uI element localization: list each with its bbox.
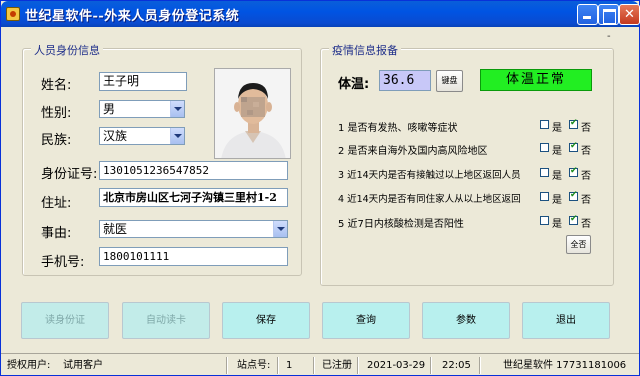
- question-1-text: 1 是否有发热、咳嗽等症状: [338, 123, 458, 134]
- temperature-status-badge: 体温正常: [480, 69, 592, 91]
- save-button[interactable]: 保存: [222, 302, 310, 339]
- temperature-field[interactable]: 36.6: [379, 70, 431, 91]
- minimize-button[interactable]: [577, 4, 598, 25]
- epidemic-info-legend: 疫情信息报备: [329, 42, 401, 58]
- gender-label: 性别:: [41, 106, 72, 121]
- question-1-no-label: 否: [581, 123, 591, 134]
- params-button[interactable]: 参数: [422, 302, 510, 339]
- id-photo: [214, 68, 291, 159]
- ethnicity-value: 汉族: [103, 129, 128, 143]
- question-2-no-checkbox[interactable]: [569, 141, 578, 152]
- question-5-yes-checkbox[interactable]: [540, 216, 549, 225]
- status-divider: [277, 357, 279, 374]
- question-3-yes-label: 是: [552, 171, 562, 182]
- question-4-text: 4 近14天内是否有同住家人从以上地区返回: [338, 194, 521, 205]
- id-number-label: 身份证号:: [41, 167, 98, 182]
- maximize-button[interactable]: [598, 4, 619, 25]
- question-4-yes-checkbox[interactable]: [540, 192, 549, 201]
- gender-value: 男: [103, 102, 116, 116]
- chevron-down-icon[interactable]: [170, 128, 184, 144]
- name-field[interactable]: 王子明: [99, 72, 187, 91]
- phone-field[interactable]: 1800101111: [99, 247, 288, 266]
- status-divider: [479, 357, 481, 374]
- query-button[interactable]: 查询: [322, 302, 410, 339]
- site-label: 站点号:: [237, 360, 271, 371]
- id-number-field[interactable]: 1301051236547852: [99, 161, 288, 180]
- person-info-legend: 人员身份信息: [31, 42, 103, 58]
- reason-value: 就医: [103, 222, 128, 236]
- all-no-button[interactable]: 全否: [566, 235, 591, 254]
- temperature-label: 体温:: [338, 77, 370, 92]
- question-1-no-checkbox[interactable]: [569, 118, 578, 129]
- ethnicity-select[interactable]: 汉族: [99, 127, 185, 145]
- address-field[interactable]: 北京市房山区七河子沟镇三里村1-2: [99, 188, 288, 207]
- question-1-yes-checkbox[interactable]: [540, 120, 549, 129]
- question-2-yes-checkbox[interactable]: [540, 143, 549, 152]
- auto-read-card-button[interactable]: 自动读卡: [122, 302, 210, 339]
- question-4-no-label: 否: [581, 195, 591, 206]
- address-label: 住址:: [41, 196, 72, 211]
- user-label: 授权用户:: [7, 360, 51, 371]
- question-3-yes-checkbox[interactable]: [540, 168, 549, 177]
- question-5-text: 5 近7日内核酸检测是否阳性: [338, 219, 464, 230]
- status-time: 22:05: [442, 360, 471, 371]
- user-value: 试用客户: [63, 360, 103, 371]
- question-4-yes-label: 是: [552, 195, 562, 206]
- reason-label: 事由:: [41, 226, 72, 241]
- name-label: 姓名:: [41, 78, 72, 93]
- reason-select[interactable]: 就医: [99, 220, 288, 238]
- corner-mark: -: [607, 31, 611, 42]
- site-value: 1: [286, 360, 293, 371]
- status-divider: [313, 357, 315, 374]
- chevron-down-icon[interactable]: [273, 221, 287, 237]
- status-divider: [357, 357, 359, 374]
- vendor-info: 世纪星软件 17731181006: [503, 360, 627, 371]
- question-3-no-label: 否: [581, 171, 591, 182]
- question-2-yes-label: 是: [552, 146, 562, 157]
- window-title: 世纪星软件--外来人员身份登记系统: [25, 9, 240, 24]
- question-2-text: 2 是否来自海外及国内高风险地区: [338, 146, 488, 157]
- question-3-no-checkbox[interactable]: [569, 166, 578, 177]
- registration-status: 已注册: [322, 360, 352, 371]
- app-window: 世纪星软件--外来人员身份登记系统 - 人员身份信息 姓名: 王子明 性别: 男…: [0, 0, 640, 376]
- read-id-card-button[interactable]: 读身份证: [21, 302, 109, 339]
- question-5-no-checkbox[interactable]: [569, 214, 578, 225]
- question-4-no-checkbox[interactable]: [569, 190, 578, 201]
- keyboard-button[interactable]: 键盘: [436, 70, 463, 92]
- question-5-no-label: 否: [581, 219, 591, 230]
- title-bar[interactable]: 世纪星软件--外来人员身份登记系统: [1, 1, 640, 27]
- app-logo-icon: [6, 7, 20, 21]
- chevron-down-icon[interactable]: [170, 101, 184, 117]
- close-button[interactable]: [619, 4, 640, 25]
- status-bar: 授权用户: 试用客户 站点号: 1 已注册 2021-03-29 22:05 世…: [1, 353, 639, 375]
- question-5-yes-label: 是: [552, 219, 562, 230]
- portrait-image: [215, 69, 290, 158]
- status-date: 2021-03-29: [367, 360, 426, 371]
- question-2-no-label: 否: [581, 146, 591, 157]
- status-divider: [430, 357, 432, 374]
- phone-label: 手机号:: [41, 255, 85, 270]
- gender-select[interactable]: 男: [99, 100, 185, 118]
- ethnicity-label: 民族:: [41, 133, 72, 148]
- question-3-text: 3 近14天内是否有接触过以上地区返回人员: [338, 170, 521, 181]
- question-1-yes-label: 是: [552, 123, 562, 134]
- status-divider: [226, 357, 228, 374]
- exit-button[interactable]: 退出: [522, 302, 610, 339]
